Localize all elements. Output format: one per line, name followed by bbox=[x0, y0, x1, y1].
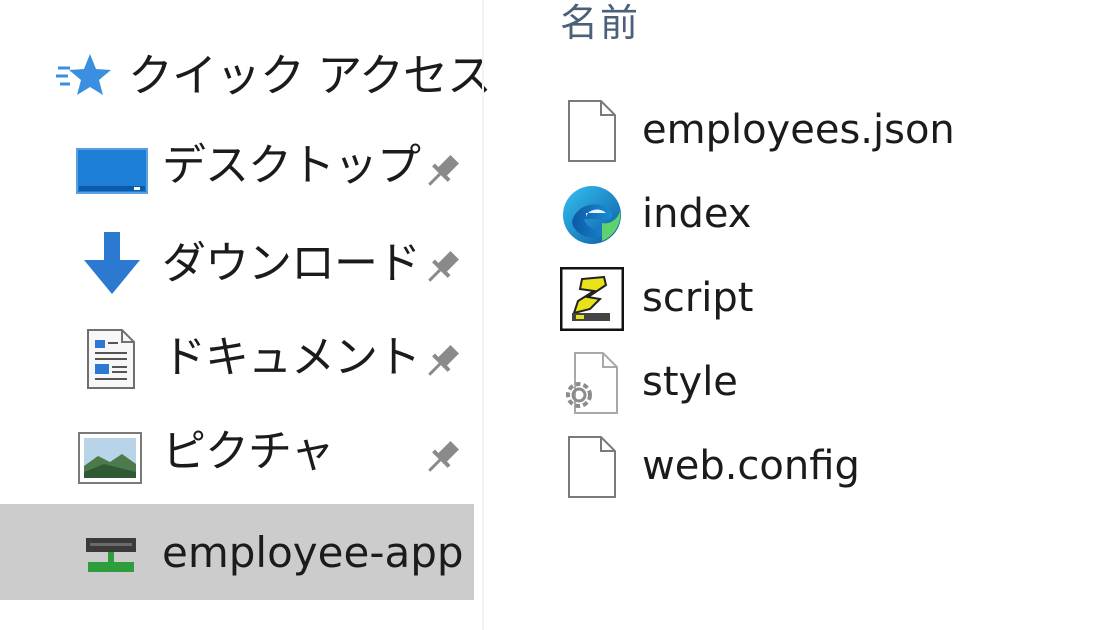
pin-icon[interactable] bbox=[420, 150, 464, 194]
nav-item-employee-app[interactable]: employee-app bbox=[0, 504, 474, 600]
file-name: web.config bbox=[642, 443, 860, 489]
css-gear-file-icon bbox=[560, 348, 624, 418]
nav-item-label: ドキュメント bbox=[162, 332, 421, 383]
file-name: employees.json bbox=[642, 107, 955, 153]
nav-item-label: ピクチャ bbox=[162, 426, 335, 477]
nav-item-documents[interactable]: ドキュメント bbox=[0, 312, 474, 404]
file-explorer-window: クイック アクセス デスクトップ ダウンロード ドキュメント ピクチャ empl… bbox=[0, 0, 1104, 630]
pictures-icon bbox=[78, 432, 142, 484]
download-icon bbox=[80, 230, 144, 296]
pin-icon[interactable] bbox=[420, 246, 464, 290]
file-name: style bbox=[642, 359, 738, 405]
nav-item-label: employee-app bbox=[162, 528, 464, 577]
network-folder-icon bbox=[82, 534, 140, 580]
blank-file-icon bbox=[560, 432, 624, 502]
edge-html-icon bbox=[560, 180, 624, 250]
star-icon bbox=[54, 48, 112, 104]
nav-item-label: ダウンロード bbox=[162, 238, 421, 289]
file-row[interactable]: style bbox=[554, 340, 1094, 424]
nav-item-desktop[interactable]: デスクトップ bbox=[0, 122, 474, 214]
navigation-pane: クイック アクセス デスクトップ ダウンロード ドキュメント ピクチャ empl… bbox=[0, 0, 492, 630]
file-row[interactable]: index bbox=[554, 172, 1094, 256]
column-header-name[interactable]: 名前 bbox=[560, 0, 640, 47]
file-row[interactable]: employees.json bbox=[554, 88, 1094, 172]
pin-icon[interactable] bbox=[420, 340, 464, 384]
nav-item-label: クイック アクセス bbox=[128, 49, 492, 102]
file-list-pane: 名前 employees.json index script style web… bbox=[484, 0, 1104, 630]
file-row[interactable]: web.config bbox=[554, 424, 1094, 508]
nav-item-pictures[interactable]: ピクチャ bbox=[0, 408, 474, 500]
js-script-icon bbox=[560, 264, 624, 334]
nav-item-label: デスクトップ bbox=[162, 140, 421, 191]
nav-item-downloads[interactable]: ダウンロード bbox=[0, 218, 474, 310]
pin-icon[interactable] bbox=[420, 436, 464, 480]
file-name: index bbox=[642, 191, 752, 237]
file-row[interactable]: script bbox=[554, 256, 1094, 340]
file-name: script bbox=[642, 275, 754, 321]
desktop-icon bbox=[76, 148, 148, 194]
blank-file-icon bbox=[560, 96, 624, 166]
nav-quick-access[interactable]: クイック アクセス bbox=[0, 28, 492, 120]
document-icon bbox=[86, 328, 136, 390]
